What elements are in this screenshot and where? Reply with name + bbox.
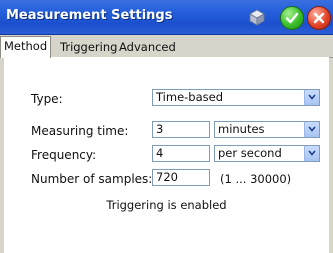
chevron-down-icon — [308, 150, 316, 156]
frequency-label: Frequency: — [31, 148, 97, 162]
window-title: Measurement Settings — [6, 8, 173, 23]
measuring-time-unit-dropdown-button[interactable] — [304, 122, 319, 137]
measuring-time-unit: minutes — [218, 122, 265, 136]
measuring-time-unit-select[interactable]: minutes — [214, 121, 320, 138]
frequency-input[interactable]: 4 — [152, 145, 210, 162]
frequency-unit-select[interactable]: per second — [214, 145, 320, 162]
chevron-down-icon — [308, 126, 316, 132]
tab-method[interactable]: Method — [0, 36, 52, 58]
tab-advanced[interactable]: Advanced — [116, 38, 179, 56]
checkmark-icon — [285, 12, 299, 24]
method-panel: Type: Time-based Measuring time: 3 minut… — [4, 57, 329, 253]
tab-strip: Method Triggering Advanced — [0, 35, 333, 58]
type-dropdown-button[interactable] — [304, 90, 319, 105]
settings-icon — [249, 9, 265, 26]
frequency-unit-dropdown-button[interactable] — [304, 146, 319, 161]
ok-button[interactable] — [280, 6, 304, 30]
samples-range: (1 ... 30000) — [220, 172, 292, 186]
triggering-status: Triggering is enabled — [106, 198, 227, 212]
measuring-time-input[interactable]: 3 — [152, 121, 210, 138]
type-select[interactable]: Time-based — [152, 89, 320, 106]
type-label: Type: — [31, 92, 63, 106]
frequency-unit: per second — [218, 146, 282, 160]
title-bar: Measurement Settings — [0, 0, 333, 35]
chevron-down-icon — [308, 94, 316, 100]
type-value: Time-based — [156, 90, 224, 104]
samples-input[interactable]: 720 — [152, 169, 210, 186]
measuring-time-label: Measuring time: — [31, 124, 129, 138]
samples-label: Number of samples: — [31, 172, 153, 186]
settings-button[interactable] — [246, 6, 268, 28]
tab-triggering[interactable]: Triggering — [57, 38, 120, 56]
close-icon — [313, 12, 325, 24]
close-button[interactable] — [307, 6, 331, 30]
